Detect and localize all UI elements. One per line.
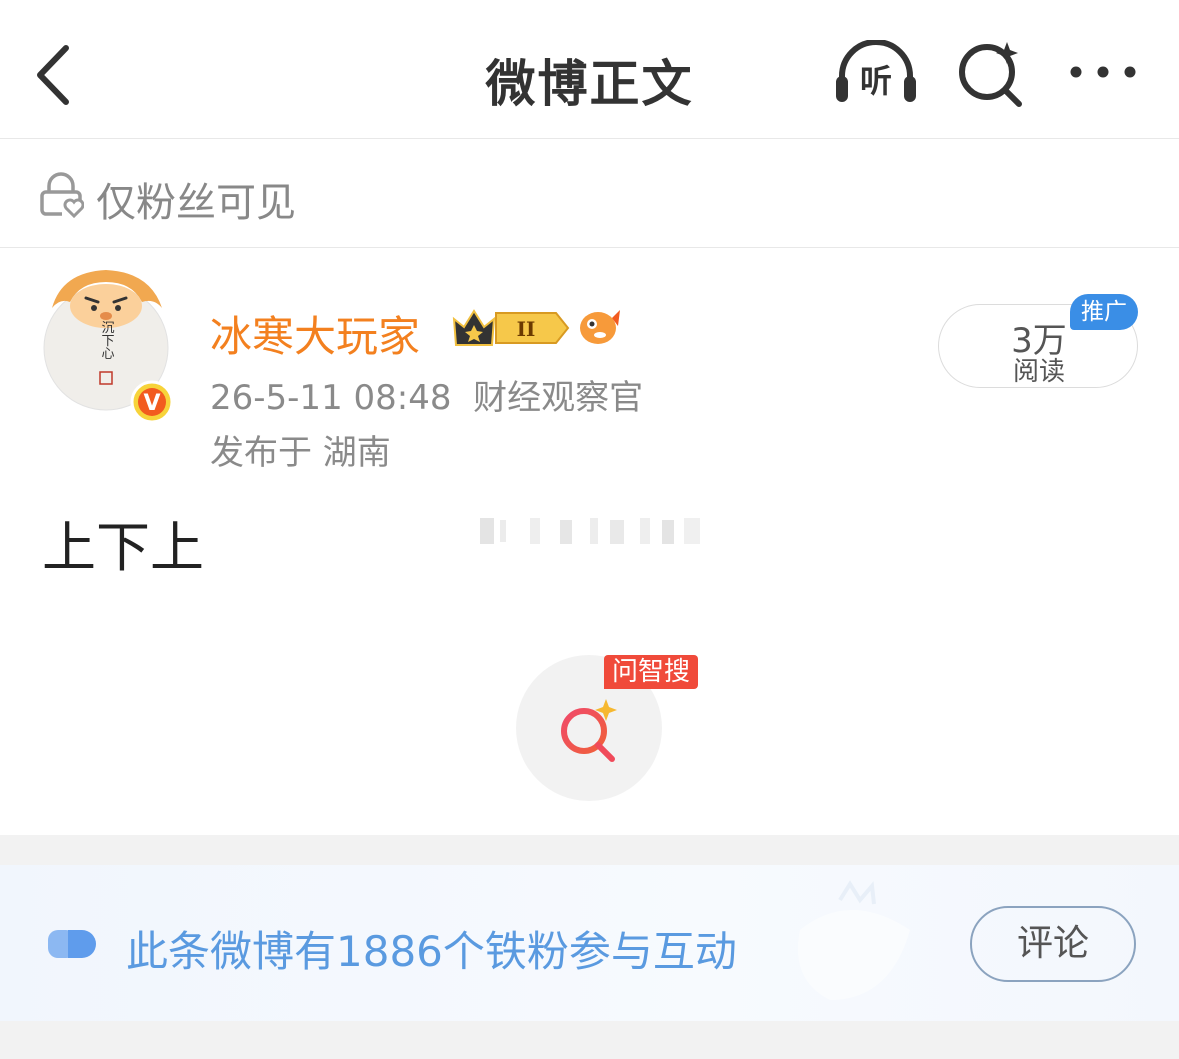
zhisou-tag: 问智搜 bbox=[604, 655, 699, 689]
search-sparkle-icon bbox=[959, 42, 1022, 107]
author-avatar[interactable]: 沉下心 V bbox=[42, 268, 174, 424]
ai-search-icon bbox=[561, 699, 617, 762]
fans-interaction-text: 此条微博有1886个铁粉参与互动 bbox=[126, 927, 737, 976]
more-dots-icon bbox=[1070, 66, 1136, 78]
headphones-icon: 听 bbox=[836, 39, 916, 102]
promote-tag[interactable]: 推广 bbox=[1070, 294, 1138, 330]
svg-text:听: 听 bbox=[860, 62, 892, 100]
author-name[interactable]: 冰寒大玩家 bbox=[210, 303, 420, 364]
post-location: 发布于 湖南 bbox=[210, 433, 391, 473]
top-nav-bar: 微博正文 听 bbox=[0, 0, 1179, 139]
post-text: 上下上 bbox=[42, 516, 204, 579]
read-label: 阅读 bbox=[1012, 357, 1065, 387]
lock-heart-icon bbox=[40, 172, 84, 218]
bottom-divider bbox=[0, 1021, 1179, 1059]
comment-button[interactable]: 评论 bbox=[970, 906, 1136, 982]
fish-badge-icon bbox=[580, 310, 620, 344]
more-options-button[interactable] bbox=[1068, 60, 1138, 84]
fans-toggle-icon bbox=[48, 930, 96, 958]
fans-decoration-icon bbox=[798, 880, 910, 1000]
section-divider bbox=[0, 835, 1179, 865]
svg-text:V: V bbox=[143, 391, 160, 416]
blurred-content bbox=[480, 518, 700, 544]
svg-text:II: II bbox=[517, 317, 536, 341]
crown-level-badge-icon: II bbox=[452, 309, 570, 346]
visibility-label: 仅粉丝可见 bbox=[96, 180, 296, 226]
svg-text:沉下心: 沉下心 bbox=[99, 321, 115, 360]
verified-badge-icon: V bbox=[130, 380, 174, 424]
post-time-source: 26-5-11 08:48 财经观察官 bbox=[210, 378, 644, 418]
zhisou-button[interactable]: 问智搜 bbox=[516, 655, 706, 805]
listen-button[interactable]: 听 bbox=[832, 39, 920, 106]
ai-search-button[interactable] bbox=[955, 38, 1025, 108]
